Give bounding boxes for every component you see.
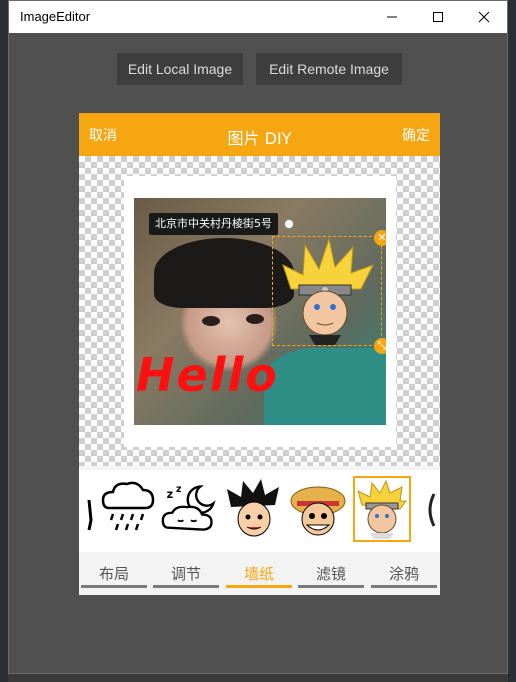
location-tag-handle[interactable] [284, 219, 294, 229]
rain-cloud-icon [101, 481, 155, 531]
tab-wallpaper[interactable]: 墙纸 [226, 563, 292, 584]
dialog-title: 图片 DIY [227, 129, 292, 148]
hello-text-overlay[interactable]: Hello [136, 348, 279, 402]
tab-underline-wallpaper [226, 585, 292, 588]
tab-underline-layout [81, 585, 147, 588]
close-button[interactable] [461, 1, 507, 33]
tab-underline-adjust [153, 585, 219, 588]
naruto-face-icon [282, 237, 375, 345]
sticker-thumb-partial[interactable] [79, 476, 97, 542]
sticker-thumb-rain-cloud[interactable] [99, 476, 157, 542]
background-window-right [508, 0, 516, 682]
sticker-thumb-luffy[interactable] [289, 476, 347, 542]
edit-canvas: Hello 北京市中关村丹棱街5号 ✕ ⤡ [79, 156, 440, 466]
maximize-button[interactable] [415, 1, 461, 33]
naruto-sticker-overlay[interactable] [272, 236, 382, 346]
sleeping-moon-cloud-icon: z z [161, 484, 216, 531]
confirm-button[interactable]: 确定 [402, 125, 430, 145]
tab-underline-doodle [371, 585, 437, 588]
sticker-partial-icon [428, 493, 436, 527]
window-title: ImageEditor [20, 9, 91, 24]
dialog-header: 图片 DIY 取消 确定 [79, 113, 440, 156]
editor-tab-bar: 布局 调节 墙纸 滤镜 涂鸦 [79, 553, 440, 595]
tab-adjust[interactable]: 调节 [153, 563, 219, 584]
location-tag[interactable]: 北京市中关村丹棱街5号 [149, 213, 278, 235]
goku-icon [227, 479, 279, 537]
photo-eye-right [246, 314, 264, 324]
title-bar[interactable]: ImageEditor [9, 1, 507, 33]
sticker-thumb-sleeping-moon[interactable]: z z [161, 476, 219, 542]
svg-text:z: z [176, 484, 181, 495]
image-editor-window: ImageEditor Edit Local Image Edit Remote… [8, 0, 508, 674]
photo-eye-left [202, 316, 220, 326]
tab-filter[interactable]: 滤镜 [298, 563, 364, 584]
sticker-thumb-partial-right[interactable] [417, 476, 440, 542]
sticker-thumb-naruto[interactable] [353, 476, 411, 542]
luffy-icon [290, 486, 346, 536]
background-window-left [0, 0, 8, 682]
minimize-icon [387, 16, 397, 18]
sticker-picker-strip: z z [79, 470, 440, 552]
naruto-thumb-icon [357, 479, 407, 539]
edit-remote-image-button[interactable]: Edit Remote Image [256, 53, 402, 85]
sticker-resize-handle[interactable]: ⤡ [374, 338, 386, 354]
sticker-thumb-goku[interactable] [225, 476, 283, 542]
svg-text:z: z [167, 488, 174, 501]
edit-local-image-button[interactable]: Edit Local Image [117, 53, 243, 85]
maximize-icon [433, 12, 443, 22]
tab-doodle[interactable]: 涂鸦 [371, 563, 437, 584]
sticker-remove-handle[interactable]: ✕ [374, 230, 386, 246]
tab-layout[interactable]: 布局 [81, 563, 147, 584]
ribbon-partial-icon [87, 499, 93, 531]
photo-frame: Hello 北京市中关村丹棱街5号 ✕ ⤡ [124, 176, 396, 447]
tab-underline-filter [298, 585, 364, 588]
image-diy-dialog: 图片 DIY 取消 确定 Hello 北京市中关村丹棱街5号 ✕ ⤡ z z 布… [79, 113, 440, 595]
minimize-button[interactable] [369, 1, 415, 33]
cancel-button[interactable]: 取消 [89, 125, 117, 145]
close-icon [478, 11, 490, 23]
edited-photo[interactable]: Hello 北京市中关村丹棱街5号 ✕ ⤡ [134, 198, 386, 425]
photo-jacket-shape [264, 348, 386, 425]
